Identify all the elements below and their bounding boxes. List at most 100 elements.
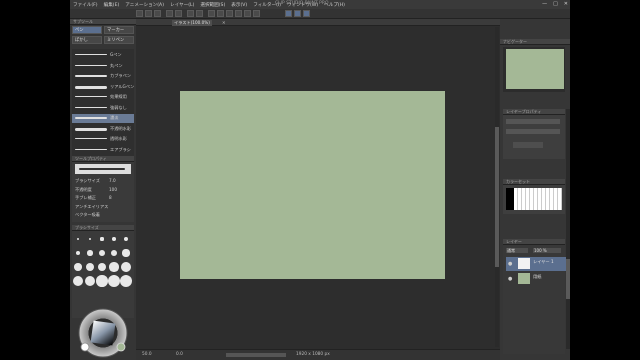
brush-size-preset[interactable]: [74, 263, 82, 271]
color-wheel-graphic[interactable]: [75, 307, 131, 359]
brush-size-preset[interactable]: [121, 262, 131, 272]
brush-size-preset[interactable]: [75, 250, 81, 256]
brush-size-preset[interactable]: [110, 249, 118, 257]
brush-size-preset[interactable]: [99, 250, 105, 256]
black-swatch[interactable]: [506, 188, 514, 210]
property-dropdown[interactable]: [513, 142, 543, 148]
brush-stroke-preview: [75, 117, 107, 120]
brush-size-preset[interactable]: [96, 275, 108, 287]
brush-item[interactable]: Gペン: [72, 51, 134, 60]
brush-item[interactable]: エアブラシ: [72, 146, 134, 155]
property-row[interactable]: [506, 129, 560, 134]
menu-item[interactable]: ファイル(F): [70, 2, 101, 8]
brush-name: 効果線用: [110, 94, 127, 99]
open-icon[interactable]: [145, 10, 152, 17]
brush-list: Gペン丸ペン カブラペンリアルGペン効果線用強弱なし 濃淡不透明水彩 透明水彩エアブラ…: [72, 49, 134, 159]
tool-property-row[interactable]: 不透明度 100: [75, 187, 133, 194]
special-ruler-icon[interactable]: [285, 10, 292, 17]
scrollbar-thumb[interactable]: [566, 259, 570, 299]
undo-icon[interactable]: [166, 10, 173, 17]
menu-item[interactable]: 選択範囲(S): [197, 2, 228, 8]
symmetry-ruler-icon[interactable]: [303, 10, 310, 17]
selection-border-icon[interactable]: [226, 10, 233, 17]
brush-item[interactable]: 効果線用: [72, 93, 134, 102]
tab-marker[interactable]: マーカー: [104, 26, 134, 34]
tab-blur[interactable]: ぼかし: [72, 36, 102, 44]
brush-size-preset[interactable]: [88, 237, 92, 241]
transform-icon[interactable]: [196, 10, 203, 17]
tab-millipen[interactable]: ミリペン: [104, 36, 134, 44]
brush-item[interactable]: 不透明水彩: [72, 125, 134, 134]
brush-size-preset[interactable]: [77, 238, 79, 240]
document-tab-bar: イラスト(100.0%) ✕: [136, 19, 500, 26]
navigator-header: ナビゲーター: [500, 39, 570, 45]
property-value[interactable]: 8: [109, 195, 112, 200]
maximize-button[interactable]: □: [553, 1, 558, 7]
new-icon[interactable]: [136, 10, 143, 17]
zoom-slider[interactable]: [226, 353, 286, 357]
menu-item[interactable]: 表示(V): [228, 2, 250, 8]
brush-size-preset[interactable]: [119, 274, 133, 288]
brush-item[interactable]: 強弱なし: [72, 104, 134, 113]
brush-size-preset[interactable]: [123, 236, 129, 242]
close-button[interactable]: ✕: [564, 1, 568, 7]
clip-studio-window: ファイル(F) 編集(E) アニメーション(A) レイヤー(L) 選択範囲(S) 表示(V…: [70, 0, 570, 360]
brush-size-preset[interactable]: [122, 249, 130, 257]
property-value[interactable]: 7.0: [109, 178, 116, 183]
navigator-thumbnail[interactable]: [506, 49, 564, 89]
tool-property-row[interactable]: ベクター吸着: [75, 212, 133, 219]
save-icon[interactable]: [154, 10, 161, 17]
brush-size-preset[interactable]: [85, 262, 95, 272]
menu-item[interactable]: 編集(E): [101, 2, 123, 8]
menu-item[interactable]: レイヤー(L): [167, 2, 197, 8]
snap-ruler-icon[interactable]: [235, 10, 242, 17]
canvas-area[interactable]: イラスト(100.0%) ✕: [136, 19, 500, 349]
tab-pen[interactable]: ペン: [72, 26, 102, 34]
tab-close-icon[interactable]: ✕: [222, 20, 226, 25]
redo-icon[interactable]: [175, 10, 182, 17]
tool-property-row[interactable]: ブラシサイズ 7.0: [75, 178, 133, 185]
layer-thumbnail: [518, 258, 530, 269]
brush-item[interactable]: 濃淡: [72, 114, 134, 123]
visibility-eye-icon[interactable]: ●: [508, 261, 512, 267]
brush-size-preset[interactable]: [84, 275, 96, 287]
brush-size-preset[interactable]: [109, 262, 119, 272]
color-wheel[interactable]: [75, 307, 131, 359]
menu-item[interactable]: アニメーション(A): [122, 2, 167, 8]
deselect-icon[interactable]: [208, 10, 215, 17]
layer-row[interactable]: ● レイヤー 1: [506, 257, 568, 271]
brush-item[interactable]: リアルGペン: [72, 83, 134, 92]
brush-item[interactable]: 透明水彩: [72, 135, 134, 144]
canvas-vertical-scrollbar[interactable]: [495, 27, 499, 347]
opacity-field[interactable]: 100 %: [533, 248, 561, 253]
layer-row[interactable]: ● 用紙: [506, 272, 568, 286]
brush-size-preset[interactable]: [97, 262, 107, 272]
canvas-paper[interactable]: [180, 91, 445, 279]
property-value[interactable]: 100: [109, 187, 117, 192]
right-panel-scrollbar[interactable]: [566, 109, 570, 349]
minimize-button[interactable]: —: [542, 1, 547, 7]
property-row[interactable]: [506, 119, 560, 124]
brush-size-preset[interactable]: [112, 237, 116, 241]
brush-size-preset[interactable]: [100, 237, 104, 241]
brush-size-preset[interactable]: [107, 274, 121, 288]
brush-size-preset[interactable]: [87, 250, 93, 256]
color-set-panel: カラーセット: [503, 179, 565, 214]
scrollbar-thumb[interactable]: [495, 127, 499, 267]
perspective-ruler-icon[interactable]: [294, 10, 301, 17]
visibility-eye-icon[interactable]: ●: [508, 276, 512, 282]
zoom-value[interactable]: 50.0: [142, 352, 152, 357]
document-tab[interactable]: イラスト(100.0%): [172, 20, 212, 26]
brush-size-preset[interactable]: [72, 275, 84, 287]
color-swatches[interactable]: [506, 188, 562, 210]
invert-selection-icon[interactable]: [217, 10, 224, 17]
angle-value[interactable]: 0.0: [176, 352, 183, 357]
tool-property-row[interactable]: 手ブレ補正 8: [75, 195, 133, 202]
snap-guide-icon[interactable]: [244, 10, 251, 17]
snap-grid-icon[interactable]: [253, 10, 260, 17]
tool-property-row[interactable]: アンチエイリアス: [75, 204, 133, 211]
brush-item[interactable]: 丸ペン: [72, 62, 134, 71]
clear-icon[interactable]: [187, 10, 194, 17]
blend-mode-dropdown[interactable]: 通常: [506, 248, 528, 253]
brush-item[interactable]: カブラペン: [72, 72, 134, 81]
